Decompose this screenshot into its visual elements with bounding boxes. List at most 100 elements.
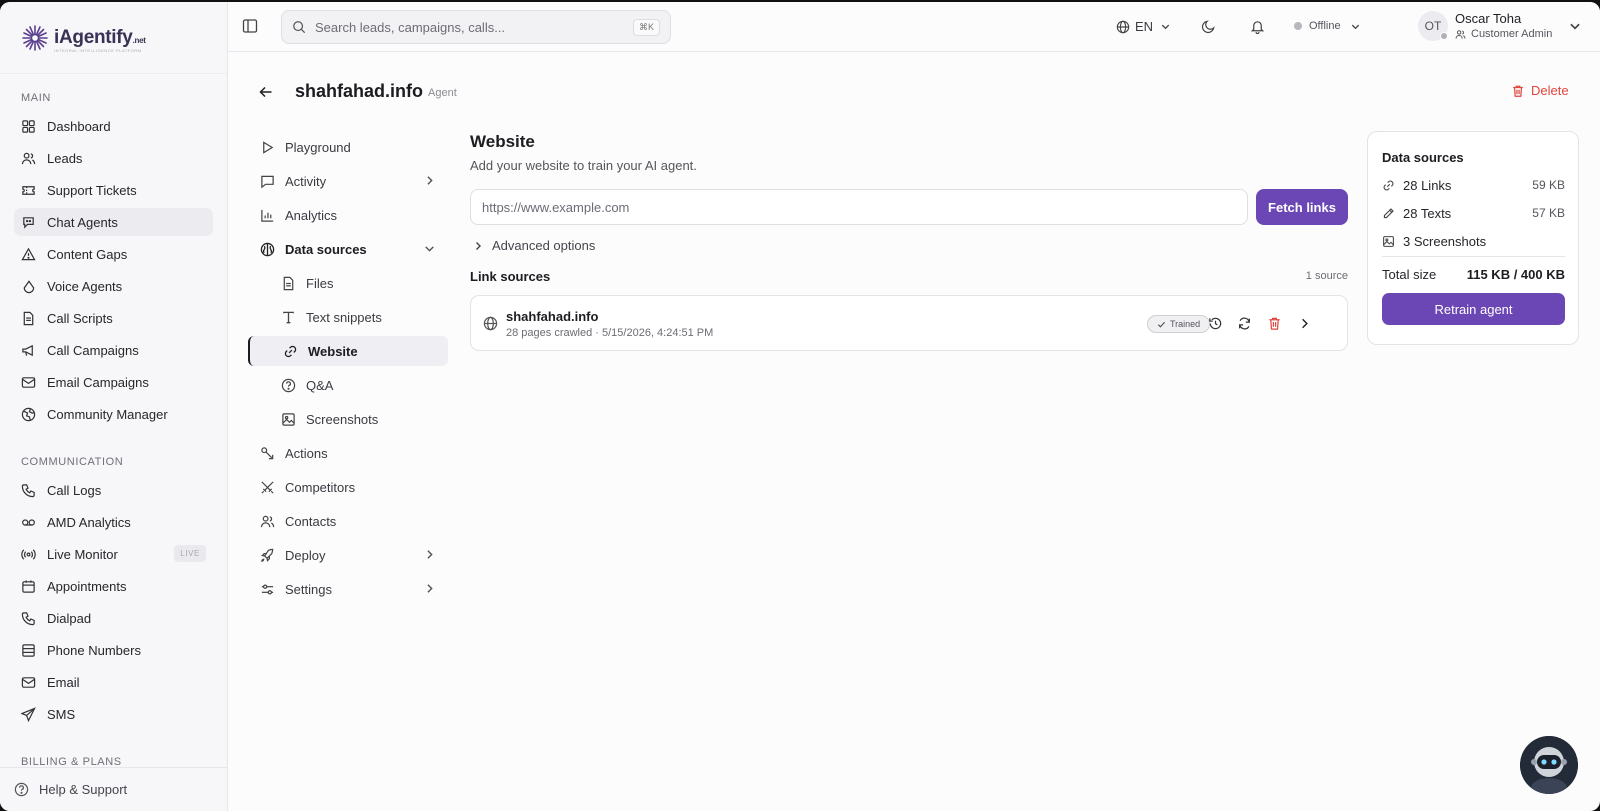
chevron-down-icon [1161,24,1170,30]
brand-logo[interactable]: iAgentify.net INTEGRAL INTELLIGENCE PLAT… [0,2,227,74]
chevron-down-icon [425,246,434,252]
sidebar-item-label: Dashboard [47,118,111,134]
sidebar-item-support-tickets[interactable]: Support Tickets [14,176,213,204]
chat-bot-icon [23,216,34,229]
subnav-competitors[interactable]: Competitors [248,472,448,502]
subnav-settings[interactable]: Settings [248,574,448,604]
sidebar-item-dialpad[interactable]: Dialpad [14,604,213,632]
sidebar-item-dashboard[interactable]: Dashboard [14,112,213,140]
back-arrow-icon[interactable] [258,84,274,100]
bar-chart-icon [261,209,274,222]
trash-icon[interactable] [1267,316,1282,331]
chevron-right-icon[interactable] [1297,316,1312,331]
subnav-actions[interactable]: Actions [248,438,448,468]
app-frame: iAgentify.net INTEGRAL INTELLIGENCE PLAT… [0,0,1600,811]
help-circle-icon [281,378,296,392]
rocket-icon [261,548,274,562]
broadcast-icon [21,548,36,560]
subnav-analytics[interactable]: Analytics [248,200,448,230]
help-circle-icon [14,782,29,797]
sidebar-item-live-monitor[interactable]: Live Monitor LIVE [14,540,213,568]
user-menu[interactable]: OT Oscar Toha Customer Admin [1418,11,1582,41]
phone-icon [21,483,35,497]
list-icon [22,643,35,657]
sliders-icon [261,583,274,595]
total-size: Total size 115 KB / 400 KB [1382,267,1565,282]
sidebar-item-sms[interactable]: SMS [14,700,213,728]
sidebar-item-appointments[interactable]: Appointments [14,572,213,600]
globe-icon [21,407,36,421]
sidebar-item-label: Call Logs [47,482,102,498]
sidebar-item-voice-agents[interactable]: Voice Agents [14,272,213,300]
page-title-tag: Agent [428,87,457,99]
sidebar-item-label: Support Tickets [47,182,137,198]
subnav-website[interactable]: Website [248,336,448,366]
user-role: Customer Admin [1455,27,1552,41]
refresh-icon[interactable] [1237,316,1252,331]
fetch-links-button[interactable]: Fetch links [1256,189,1348,225]
sidebar-item-label: Dialpad [47,610,92,626]
nav-section-communication: COMMUNICATION [21,456,124,468]
sidebar-item-phone-numbers[interactable]: Phone Numbers [14,636,213,664]
link-icon [1383,180,1394,190]
notifications-bell-icon[interactable] [1250,19,1265,34]
divider [1382,256,1565,257]
history-icon[interactable] [1208,316,1223,331]
sidebar-item-leads[interactable]: Leads [14,144,213,172]
sidebar-item-label: Live Monitor [47,546,118,562]
brain-icon [260,242,275,256]
sidebar-item-chat-agents[interactable]: Chat Agents [14,208,213,236]
sidebar-toggle-icon[interactable] [242,18,258,34]
help-support-link[interactable]: Help & Support [0,767,227,811]
sidebar-nav: MAIN Dashboard Leads Support Tickets Cha… [0,74,227,768]
sidebar-item-call-logs[interactable]: Call Logs [14,476,213,504]
link-source-item[interactable]: shahfahad.info 28 pages crawled · 5/15/2… [470,295,1348,351]
subnav-activity[interactable]: Activity [248,166,448,196]
mail-icon [21,376,36,388]
subnav-files[interactable]: Files [248,268,448,298]
subnav-deploy[interactable]: Deploy [248,540,448,570]
nav-section-main: MAIN [21,92,51,104]
global-search[interactable]: ⌘K [281,10,671,44]
file-text-icon [23,311,34,325]
sidebar-item-email[interactable]: Email [14,668,213,696]
source-count: 1 source [1305,270,1348,282]
sidebar-item-community-manager[interactable]: Community Manager [14,400,213,428]
theme-toggle-moon-icon[interactable] [1201,19,1216,34]
presence-dot [1440,32,1448,40]
mail-icon [21,676,36,688]
subnav-text-snippets[interactable]: Text snippets [248,302,448,332]
data-source-screenshots: 3 Screenshots [1382,232,1565,250]
status-label: Offline [1309,20,1341,32]
link-sources-header: Link sources 1 source [470,269,1348,284]
type-icon [283,311,294,323]
image-icon [282,412,295,426]
search-input[interactable] [315,19,635,35]
source-name: shahfahad.info [506,309,599,324]
logo-icon [22,24,48,51]
globe-icon [483,316,498,331]
retrain-agent-button[interactable]: Retrain agent [1382,293,1565,325]
advanced-options-toggle[interactable]: Advanced options [472,238,595,253]
website-url-input[interactable] [470,189,1248,225]
sidebar-item-label: Appointments [47,578,127,594]
sidebar-item-email-campaigns[interactable]: Email Campaigns [14,368,213,396]
delete-agent-button[interactable]: Delete [1511,83,1569,98]
subnav-qa[interactable]: Q&A [248,370,448,400]
chevron-down-icon [1570,23,1580,30]
language-selector[interactable]: EN [1116,19,1171,34]
sidebar-item-content-gaps[interactable]: Content Gaps [14,240,213,268]
availability-status[interactable]: Offline [1294,20,1361,32]
sidebar-item-amd-analytics[interactable]: AMD Analytics [14,508,213,536]
sidebar-item-call-campaigns[interactable]: Call Campaigns [14,336,213,364]
sidebar-item-label: Call Campaigns [47,342,139,358]
calendar-icon [22,579,35,593]
sidebar-item-call-scripts[interactable]: Call Scripts [14,304,213,332]
subnav-contacts[interactable]: Contacts [248,506,448,536]
help-support-label: Help & Support [39,782,128,797]
users-icon [21,152,36,164]
subnav-screenshots[interactable]: Screenshots [248,404,448,434]
subnav-playground[interactable]: Playground [248,132,448,162]
chat-assistant-launcher[interactable] [1520,736,1578,794]
subnav-data-sources[interactable]: Data sources [248,234,448,264]
